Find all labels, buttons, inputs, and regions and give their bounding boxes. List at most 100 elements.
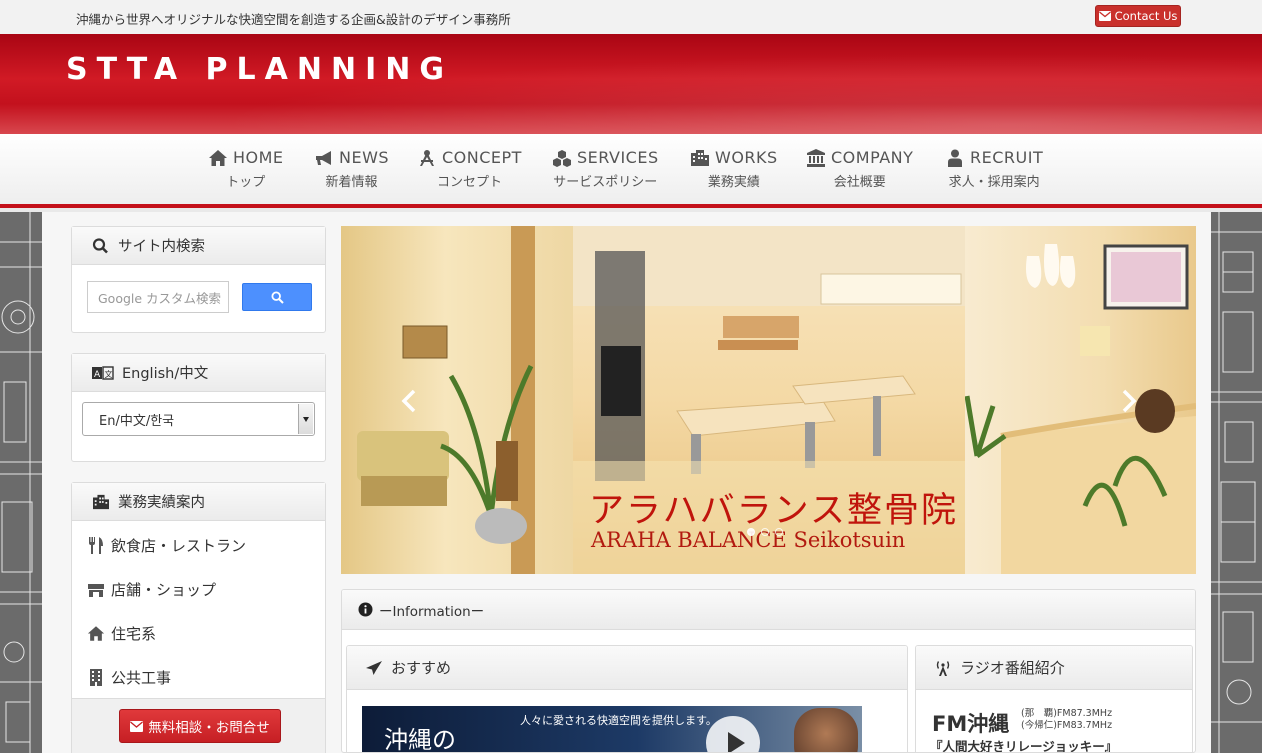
user-icon	[948, 149, 962, 167]
nav-label: RECRUIT	[970, 148, 1044, 167]
video-presenter-image	[794, 708, 858, 752]
language-select-value: En/中文/한국	[99, 413, 175, 429]
blueprint-pattern	[0, 212, 42, 753]
nav-item-works[interactable]: WORKS 業務実績	[690, 148, 778, 190]
works-item-residential[interactable]: 住宅系	[87, 623, 156, 644]
slider-prev-button[interactable]	[397, 386, 421, 416]
bank-icon	[807, 148, 825, 167]
panel-title: おすすめ	[391, 659, 452, 677]
works-panel: 業務実績案内 飲食店・レストラン 店舗・ショップ 住宅系 公共工事 無料相談・お…	[71, 482, 326, 753]
works-item-label: 公共工事	[111, 669, 172, 687]
top-bar: 沖縄から世界へオリジナルな快適空間を創造する企画&設計のデザイン事務所 Cont…	[0, 0, 1262, 34]
radio-frequency-nakijin: (今帰仁)FM83.7MHz	[1021, 720, 1113, 731]
panel-title: ラジオ番組紹介	[960, 659, 1065, 677]
nav-sublabel: サービスポリシー	[553, 175, 658, 190]
panel-title: 業務実績案内	[118, 495, 205, 511]
nav-item-news[interactable]: NEWS 新着情報	[314, 148, 389, 190]
nav-label: WORKS	[715, 148, 778, 167]
slider-dot[interactable]	[775, 528, 783, 536]
building-icon	[691, 149, 709, 166]
chevron-down-icon[interactable]	[298, 404, 313, 434]
radio-panel: ラジオ番組紹介 FM沖縄 (那 覇)FM87.3MHz (今帰仁)FM83.7M…	[915, 645, 1193, 752]
home-icon	[87, 626, 105, 641]
nav-sublabel: 新着情報	[325, 175, 378, 190]
consult-area: 無料相談・お問合せ	[72, 698, 325, 753]
nav-item-recruit[interactable]: RECRUIT 求人・採用案内	[945, 148, 1043, 190]
panel-title: ーInformationー	[379, 603, 485, 620]
panel-header: おすすめ	[347, 646, 907, 690]
site-header: STTA PLANNING	[0, 34, 1262, 134]
chevron-left-icon	[401, 389, 416, 413]
waiting-room-illustration	[357, 226, 535, 574]
info-circle-icon	[358, 602, 373, 617]
language-panel: A文 English/中文 En/中文/한국	[71, 353, 326, 462]
slide-photo-waiting-room	[341, 226, 573, 574]
nav-label: SERVICES	[577, 148, 659, 167]
blueprint-pattern	[1211, 212, 1262, 753]
nav-item-company[interactable]: COMPANY 会社概要	[806, 148, 913, 190]
radio-frequency-naha: (那 覇)FM87.3MHz	[1021, 708, 1113, 719]
main-nav: HOME トップ NEWS 新着情報 CONCEPT コンセプト SERVICE…	[0, 134, 1262, 208]
works-item-label: 住宅系	[111, 625, 157, 643]
slider-indicators	[747, 528, 783, 536]
slider-dot[interactable]	[747, 528, 755, 536]
chevron-right-icon	[1122, 389, 1137, 413]
translate-icon: A文	[92, 365, 114, 380]
panel-header: サイト内検索	[72, 227, 325, 265]
nav-sublabel: 会社概要	[833, 175, 886, 190]
site-search-button[interactable]	[242, 283, 312, 311]
panel-header: A文 English/中文	[72, 354, 325, 392]
cubes-icon	[553, 149, 571, 167]
hero-slider[interactable]: アラハバランス整骨院 ARAHA BALANCE Seikotsuin	[341, 226, 1196, 574]
slider-dot[interactable]	[761, 528, 769, 536]
panel-header: ーInformationー	[342, 590, 1195, 630]
works-item-public-works[interactable]: 公共工事	[87, 667, 171, 688]
cutlery-icon	[89, 537, 103, 554]
building-icon	[93, 494, 109, 509]
nav-sublabel: トップ	[226, 175, 266, 190]
site-search-panel: サイト内検索 Google カスタム検索	[71, 226, 326, 333]
site-logo[interactable]: STTA PLANNING	[66, 52, 453, 87]
contact-us-button[interactable]: Contact Us	[1095, 5, 1181, 27]
nav-item-concept[interactable]: CONCEPT コンセプト	[417, 148, 522, 190]
nav-label: NEWS	[339, 148, 390, 167]
video-caption: 人々に愛される快適空間を提供します。	[520, 714, 717, 727]
radio-station-name: FM沖縄	[932, 712, 1010, 736]
nav-label: HOME	[233, 148, 284, 167]
blueprint-decoration-right	[1211, 212, 1262, 753]
panel-title: English/中文	[122, 366, 209, 382]
works-item-restaurant[interactable]: 飲食店・レストラン	[87, 535, 246, 556]
radio-frequencies: (那 覇)FM87.3MHz (今帰仁)FM83.7MHz	[1021, 708, 1112, 732]
language-select[interactable]: En/中文/한국	[82, 402, 315, 436]
compass-icon	[420, 149, 434, 166]
video-thumbnail[interactable]: 沖縄の 人々に愛される快適空間を提供します。	[362, 706, 862, 753]
site-search-input[interactable]: Google カスタム検索	[87, 281, 229, 313]
free-consultation-button[interactable]: 無料相談・お問合せ	[119, 709, 281, 743]
video-title: 沖縄の	[384, 726, 456, 753]
nav-item-home[interactable]: HOME トップ	[208, 148, 284, 190]
envelope-icon	[130, 720, 144, 732]
svg-text:A: A	[94, 370, 101, 380]
free-consultation-label: 無料相談・お問合せ	[148, 720, 270, 736]
home-icon	[209, 149, 227, 166]
works-item-label: 店舗・ショップ	[111, 581, 217, 599]
nav-label: CONCEPT	[442, 148, 522, 167]
nav-label: COMPANY	[831, 148, 914, 167]
reception-illustration	[964, 244, 1196, 574]
site-tagline: 沖縄から世界へオリジナルな快適空間を創造する企画&設計のデザイン事務所	[76, 12, 511, 27]
works-item-shop[interactable]: 店舗・ショップ	[87, 579, 216, 600]
radio-show-name[interactable]: 『人間大好きリレージョッキー』	[930, 736, 1117, 752]
radio-tower-icon	[936, 660, 950, 676]
search-icon	[92, 237, 108, 253]
panel-header: 業務実績案内	[72, 483, 325, 521]
nav-item-services[interactable]: SERVICES サービスポリシー	[552, 148, 659, 190]
slide-photo-reception	[964, 226, 1196, 574]
envelope-icon	[1098, 11, 1111, 21]
works-item-label: 飲食店・レストラン	[111, 537, 247, 555]
svg-text:文: 文	[105, 369, 113, 379]
nav-sublabel: 求人・採用案内	[948, 175, 1040, 190]
slider-next-button[interactable]	[1117, 386, 1141, 416]
panel-header: ラジオ番組紹介	[916, 646, 1192, 690]
nav-sublabel: コンセプト	[436, 175, 502, 190]
bullhorn-icon	[316, 150, 331, 165]
